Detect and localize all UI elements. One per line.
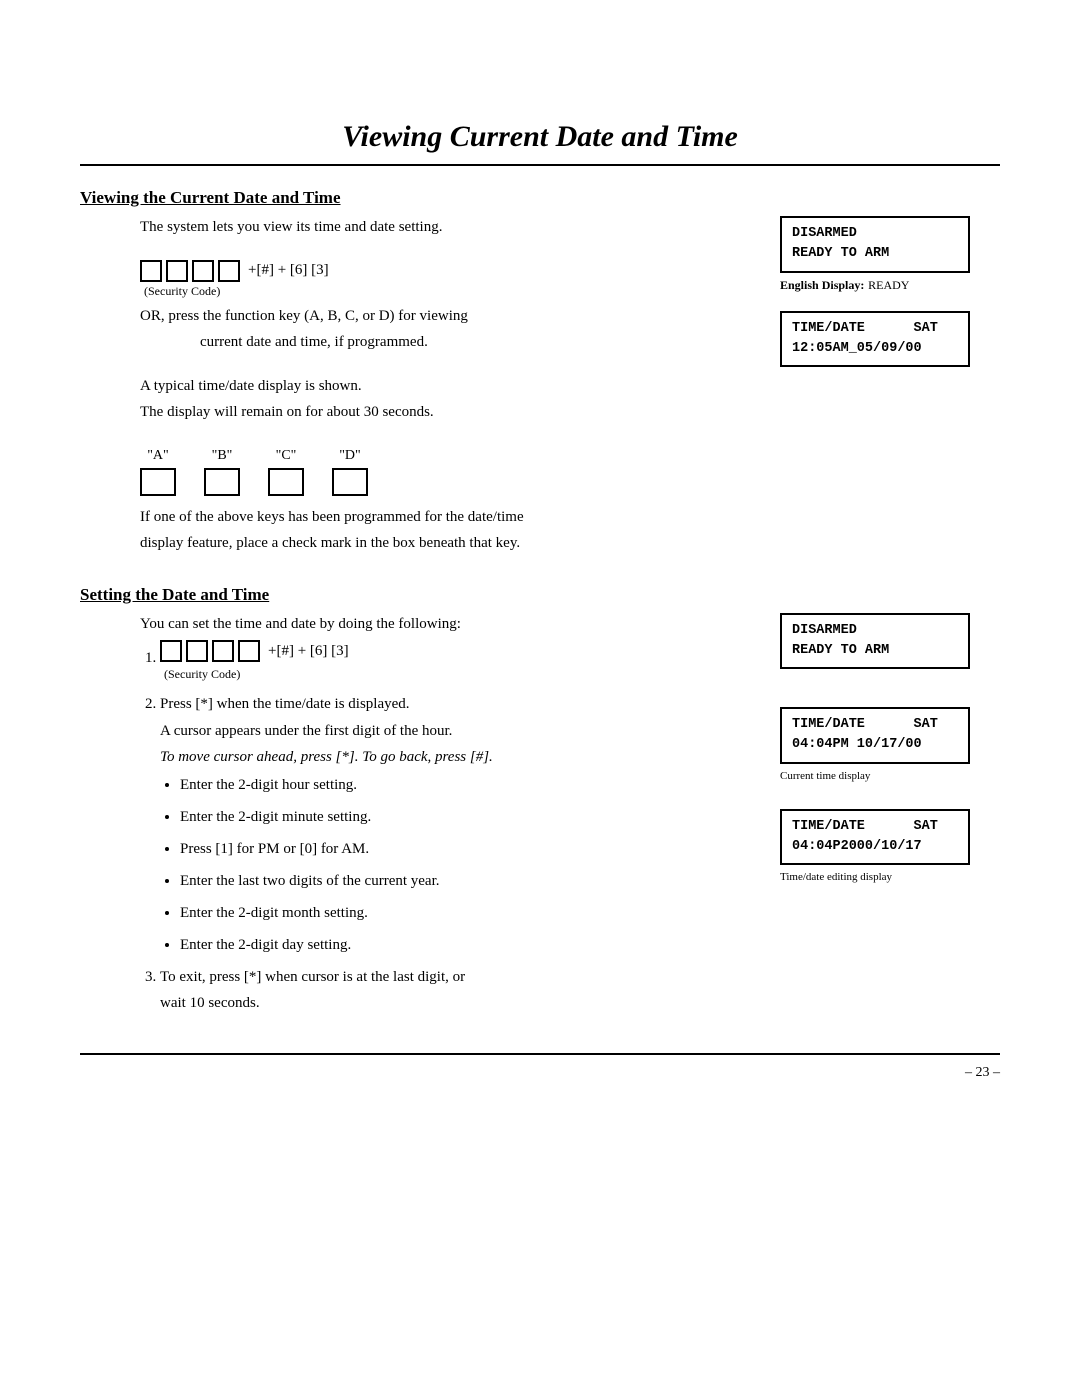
title-rule xyxy=(80,164,1000,166)
bullet-2: Press [1] for PM or [0] for AM. xyxy=(180,837,750,861)
display-remain: The display will remain on for about 30 … xyxy=(140,401,750,424)
code-box-3 xyxy=(192,260,214,282)
lcd2-line1: TIME/DATE SAT xyxy=(792,321,938,336)
step3: To exit, press [*] when cursor is at the… xyxy=(160,965,750,1015)
func-key-c-box xyxy=(268,468,304,496)
bullet-1: Enter the 2-digit minute setting. xyxy=(180,805,750,829)
security-code-boxes xyxy=(140,260,240,282)
func-key-d-label: "D" xyxy=(339,448,361,464)
step1-box-4 xyxy=(238,640,260,662)
step1-box-3 xyxy=(212,640,234,662)
page-number: – 23 – xyxy=(80,1065,1000,1081)
func-key-d-box xyxy=(332,468,368,496)
lcd1-line2: READY TO ARM xyxy=(792,246,889,261)
section2: Setting the Date and Time You can set th… xyxy=(80,585,1000,1023)
bottom-rule xyxy=(80,1053,1000,1055)
section2-lcd3-label: Time/date editing display xyxy=(780,871,1000,883)
step1: +[#] + [6] [3] (Security Code) xyxy=(160,639,750,684)
step2-cursor: A cursor appears under the first digit o… xyxy=(160,720,750,743)
section1-heading: Viewing the Current Date and Time xyxy=(80,188,1000,208)
section2-steps: +[#] + [6] [3] (Security Code) Press [*]… xyxy=(160,639,750,1015)
code-box-1 xyxy=(140,260,162,282)
or-text: OR, press the function key (A, B, C, or … xyxy=(140,305,750,328)
code-entry-line: +[#] + [6] [3] xyxy=(140,260,750,282)
func-keys-note1: If one of the above keys has been progra… xyxy=(140,506,1000,529)
func-key-c: "C" xyxy=(268,448,304,496)
bullet-0: Enter the 2-digit hour setting. xyxy=(180,773,750,797)
step2: Press [*] when the time/date is displaye… xyxy=(160,692,750,957)
section2-lcd3-line2: 04:04P2000/10/17 xyxy=(792,839,922,854)
code-suffix: +[#] + [6] [3] xyxy=(248,262,329,279)
section2-lcd1-line2: READY TO ARM xyxy=(792,643,889,658)
func-keys-labels: "A" "B" "C" "D" xyxy=(140,448,1000,496)
step2-italic: To move cursor ahead, press [*]. To go b… xyxy=(160,746,750,769)
section2-lcd2: TIME/DATE SAT 04:04PM 10/17/00 xyxy=(780,707,970,764)
section2-lcd3: TIME/DATE SAT 04:04P2000/10/17 xyxy=(780,809,970,866)
section2-lcd3-line1: TIME/DATE SAT xyxy=(792,819,938,834)
bullet-4: Enter the 2-digit month setting. xyxy=(180,901,750,925)
step2-bullets: Enter the 2-digit hour setting. Enter th… xyxy=(180,773,750,957)
step1-code-boxes xyxy=(160,640,260,662)
step2-text: Press [*] when the time/date is displaye… xyxy=(160,693,750,716)
step3-text2: wait 10 seconds. xyxy=(160,992,750,1015)
section1-para1: The system lets you view its time and da… xyxy=(140,216,750,239)
func-key-b-box xyxy=(204,468,240,496)
step1-box-1 xyxy=(160,640,182,662)
english-display-label: English Display: xyxy=(780,278,864,292)
bullet-3: Enter the last two digits of the current… xyxy=(180,869,750,893)
func-key-b: "B" xyxy=(204,448,240,496)
func-key-a-label: "A" xyxy=(147,448,169,464)
step1-box-2 xyxy=(186,640,208,662)
func-keys-note2: display feature, place a check mark in t… xyxy=(140,532,1000,555)
page-title: Viewing Current Date and Time xyxy=(80,120,1000,154)
lcd2-line2: 12:05AM_05/09/00 xyxy=(792,341,922,356)
lcd2-display: TIME/DATE SAT 12:05AM_05/09/00 xyxy=(780,311,970,368)
section1: Viewing the Current Date and Time The sy… xyxy=(80,188,1000,555)
english-display-row: English Display: READY xyxy=(780,277,1000,294)
code-box-2 xyxy=(166,260,188,282)
func-key-a-box xyxy=(140,468,176,496)
bullet-5: Enter the 2-digit day setting. xyxy=(180,933,750,957)
func-key-a: "A" xyxy=(140,448,176,496)
english-display-value: READY xyxy=(868,278,909,292)
section2-heading: Setting the Date and Time xyxy=(80,585,1000,605)
or-text2: current date and time, if programmed. xyxy=(200,331,750,354)
code-box-4 xyxy=(218,260,240,282)
section2-lcd2-line1: TIME/DATE SAT xyxy=(792,717,938,732)
func-key-d: "D" xyxy=(332,448,368,496)
func-key-b-label: "B" xyxy=(212,448,233,464)
section2-lcd2-line2: 04:04PM 10/17/00 xyxy=(792,737,922,752)
lcd1-line1: DISARMED xyxy=(792,226,857,241)
typical-text: A typical time/date display is shown. xyxy=(140,375,750,398)
section2-lcd2-label: Current time display xyxy=(780,770,1000,782)
section2-lcd1: DISARMED READY TO ARM xyxy=(780,613,970,670)
step1-security-label: (Security Code) xyxy=(164,665,750,684)
func-key-c-label: "C" xyxy=(276,448,297,464)
step1-code-suffix: +[#] + [6] [3] xyxy=(268,639,349,663)
security-code-label: (Security Code) xyxy=(144,284,750,299)
step3-text: To exit, press [*] when cursor is at the… xyxy=(160,966,750,989)
section2-intro: You can set the time and date by doing t… xyxy=(140,613,750,636)
lcd1-display: DISARMED READY TO ARM xyxy=(780,216,970,273)
section2-lcd1-line1: DISARMED xyxy=(792,623,857,638)
